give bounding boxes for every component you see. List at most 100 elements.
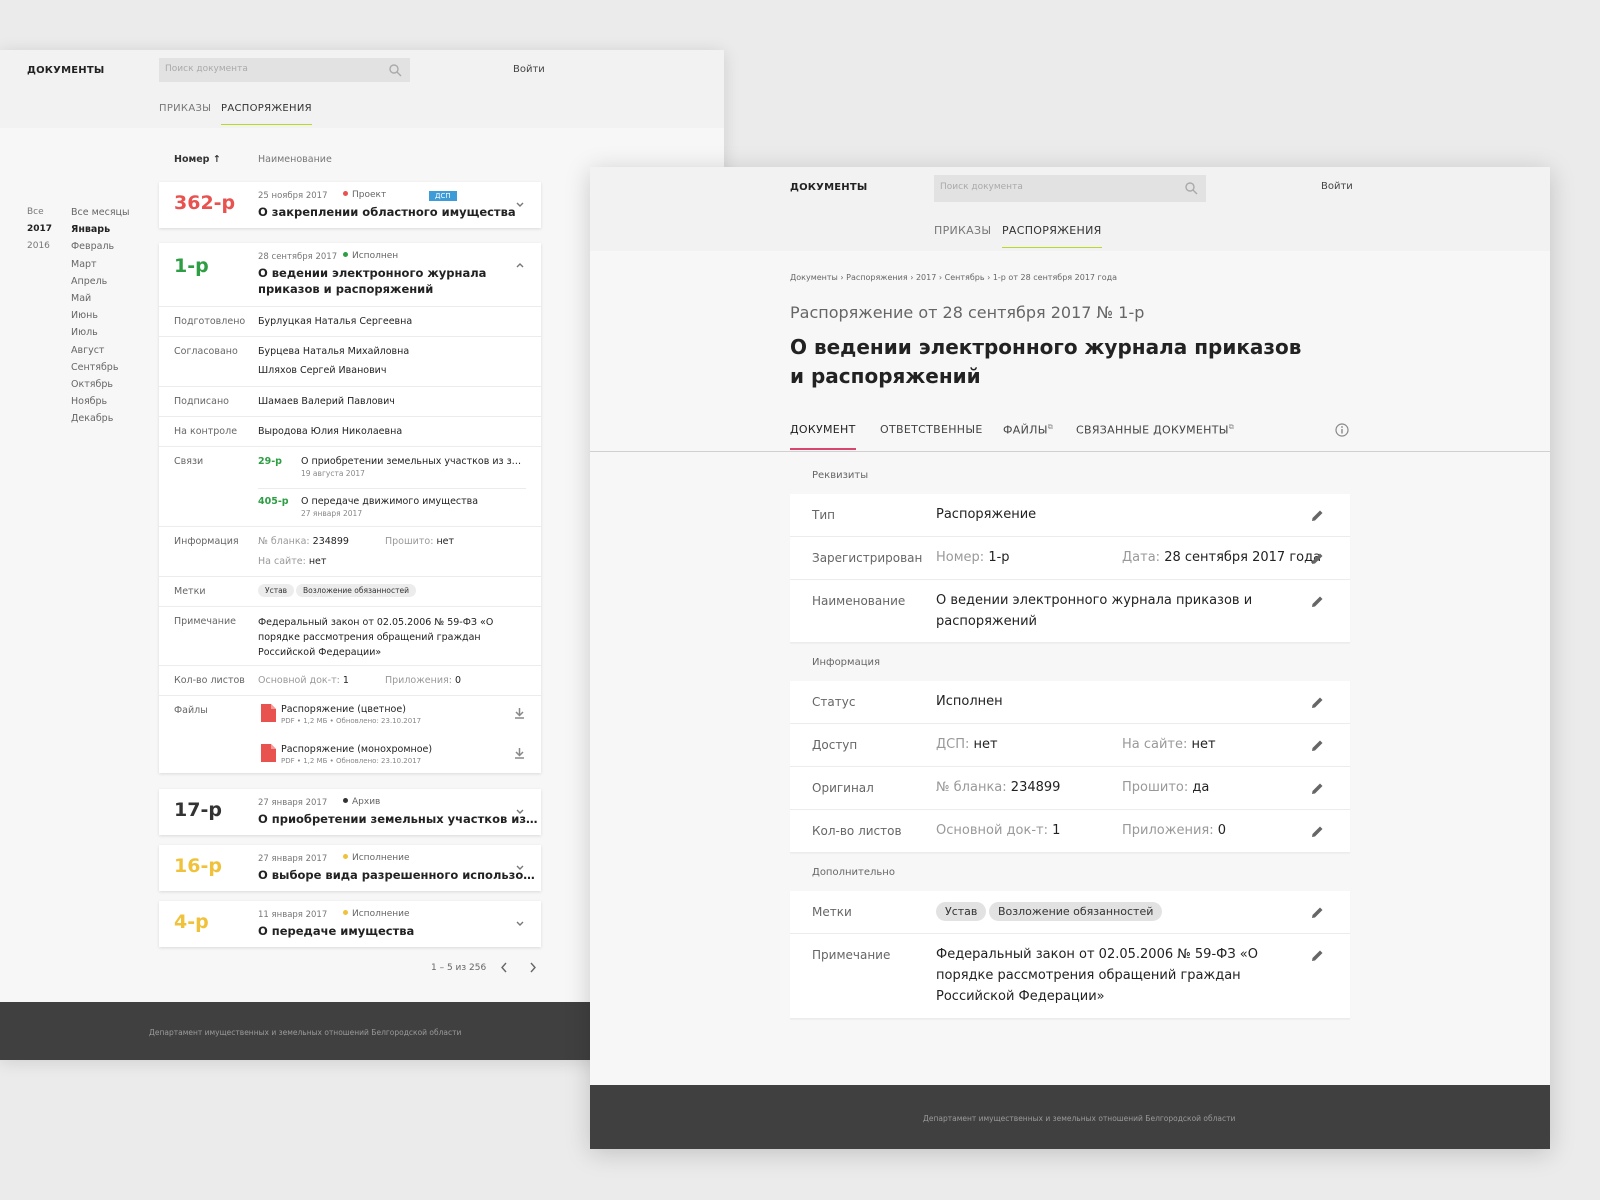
main-doc-field: Основной док-т: 1: [258, 675, 349, 686]
tab-related-documents[interactable]: СВЯЗАННЫЕ ДОКУМЕНТЫ⧉: [1076, 423, 1234, 449]
dsp-badge: ДСП: [429, 191, 457, 201]
year-item[interactable]: 2016: [27, 238, 52, 255]
tab-directives[interactable]: РАСПОРЯЖЕНИЯ: [221, 103, 312, 125]
edit-pencil-icon[interactable]: [1311, 696, 1324, 709]
search-input[interactable]: Поиск документа: [934, 175, 1206, 202]
search-input[interactable]: Поиск документа: [159, 58, 410, 82]
login-link[interactable]: Войти: [1321, 181, 1353, 192]
chevron-right-icon[interactable]: [529, 962, 537, 973]
list-item[interactable]: 17-р 27 января 2017 Архив О приобретении…: [159, 789, 541, 835]
doc-title[interactable]: О приобретении земельных участков из…: [258, 811, 538, 827]
chevron-down-icon[interactable]: [515, 201, 525, 209]
edit-pencil-icon[interactable]: [1311, 739, 1324, 752]
year-item[interactable]: 2017: [27, 221, 52, 238]
section-heading: Дополнительно: [812, 867, 895, 878]
tag-chip[interactable]: Устав: [258, 584, 295, 597]
list-item[interactable]: 4-р 11 января 2017 Исполнение О передаче…: [159, 901, 541, 947]
year-item[interactable]: Все: [27, 204, 52, 221]
link-title[interactable]: О передаче движимого имущества: [301, 496, 478, 507]
download-icon[interactable]: [514, 707, 525, 719]
edit-pencil-icon[interactable]: [1311, 906, 1324, 919]
month-item[interactable]: Май: [71, 290, 130, 307]
info-icon[interactable]: [1335, 423, 1349, 437]
file-name[interactable]: Распоряжение (монохромное): [281, 744, 432, 755]
stitched-field: Прошито: нет: [385, 536, 454, 547]
footer-text: Департамент имущественных и земельных от…: [923, 1114, 1236, 1123]
divider: [258, 488, 526, 489]
month-item[interactable]: Ноябрь: [71, 393, 130, 410]
logo[interactable]: ДОКУМЕНТЫ: [790, 182, 867, 193]
list-item[interactable]: 362-р 25 ноября 2017 Проект ДСП О закреп…: [159, 182, 541, 228]
tab-document[interactable]: ДОКУМЕНТ: [790, 423, 856, 450]
field-value: 234899: [312, 536, 349, 547]
tab-files-label: ФАЙЛЫ: [1003, 423, 1048, 437]
month-item[interactable]: Февраль: [71, 238, 130, 255]
edit-pencil-icon[interactable]: [1311, 552, 1324, 565]
tag-chip[interactable]: Устав: [936, 902, 987, 921]
edit-pencil-icon[interactable]: [1311, 949, 1324, 962]
chevron-down-icon[interactable]: [515, 864, 525, 872]
tab-orders[interactable]: ПРИКАЗЫ: [159, 103, 211, 124]
doc-title[interactable]: О закреплении областного имущества: [258, 204, 516, 220]
search-icon[interactable]: [388, 63, 402, 77]
month-item[interactable]: Декабрь: [71, 410, 130, 427]
header: ДОКУМЕНТЫ Поиск документа Войти ПРИКАЗЫ …: [590, 167, 1550, 251]
status-badge: Исполнение: [343, 909, 410, 919]
tab-files[interactable]: ФАЙЛЫ⧉: [1003, 423, 1053, 449]
month-item[interactable]: Октябрь: [71, 376, 130, 393]
doc-number[interactable]: 16-р: [174, 855, 222, 877]
status-badge: Исполнение: [343, 853, 410, 863]
month-item[interactable]: Март: [71, 256, 130, 273]
download-icon[interactable]: [514, 747, 525, 759]
list-item[interactable]: 16-р 27 января 2017 Исполнение О выборе …: [159, 845, 541, 891]
field-value: нет: [1191, 737, 1216, 752]
doc-title[interactable]: О передаче имущества: [258, 923, 414, 939]
detail-row-agreed: Согласовано Бурцева Наталья Михайловна Ш…: [159, 336, 541, 386]
tab-responsible[interactable]: ОТВЕТСТВЕННЫЕ: [880, 423, 983, 448]
logo[interactable]: ДОКУМЕНТЫ: [27, 65, 104, 76]
search-placeholder: Поиск документа: [165, 64, 248, 74]
month-item[interactable]: Апрель: [71, 273, 130, 290]
tag-chip[interactable]: Возложение обязанностей: [989, 902, 1163, 921]
doc-number[interactable]: 362-р: [174, 192, 235, 214]
edit-pencil-icon[interactable]: [1311, 595, 1324, 608]
month-item[interactable]: Июнь: [71, 307, 130, 324]
field-value: 1-р: [988, 550, 1010, 565]
field-row-note: Примечание Федеральный закон от 02.05.20…: [790, 934, 1350, 1019]
chevron-down-icon[interactable]: [515, 920, 525, 928]
login-link[interactable]: Войти: [513, 64, 545, 75]
month-item[interactable]: Все месяцы: [71, 204, 130, 221]
month-item[interactable]: Август: [71, 342, 130, 359]
doc-number[interactable]: 17-р: [174, 799, 222, 821]
doc-title[interactable]: О выборе вида разрешенного использо…: [258, 867, 535, 883]
appendix-field: Приложения: 0: [385, 675, 461, 686]
sort-by-number[interactable]: Номер ↑: [174, 154, 221, 165]
month-item[interactable]: Январь: [71, 221, 130, 238]
search-icon[interactable]: [1184, 181, 1198, 195]
chevron-down-icon[interactable]: [515, 808, 525, 816]
month-item[interactable]: Июль: [71, 324, 130, 341]
doc-title[interactable]: О ведении электронного журнала приказов …: [258, 265, 498, 297]
edit-pencil-icon[interactable]: [1311, 509, 1324, 522]
doc-number[interactable]: 4-р: [174, 911, 209, 933]
link-number[interactable]: 29-р: [258, 456, 282, 467]
row-value: Шляхов Сергей Иванович: [258, 365, 387, 376]
status-label: Исполнение: [352, 909, 410, 919]
edit-pencil-icon[interactable]: [1311, 782, 1324, 795]
field-value: нет: [436, 536, 455, 547]
chevron-left-icon[interactable]: [500, 962, 508, 973]
chevron-up-icon[interactable]: [515, 261, 525, 269]
file-name[interactable]: Распоряжение (цветное): [281, 704, 406, 715]
tab-directives[interactable]: РАСПОРЯЖЕНИЯ: [1002, 224, 1102, 248]
edit-pencil-icon[interactable]: [1311, 825, 1324, 838]
doc-number[interactable]: 1-р: [174, 255, 209, 277]
tab-orders[interactable]: ПРИКАЗЫ: [934, 224, 991, 247]
link-title[interactable]: О приобретении земельных участков из з…: [301, 456, 521, 467]
field-label: Зарегистрирован: [812, 551, 923, 565]
tag-chip[interactable]: Возложение обязанностей: [296, 584, 416, 597]
breadcrumb[interactable]: Документы › Распоряжения › 2017 › Сентяб…: [790, 273, 1117, 282]
link-number[interactable]: 405-р: [258, 496, 289, 507]
status-badge: Архив: [343, 797, 380, 807]
month-item[interactable]: Сентябрь: [71, 359, 130, 376]
doc-date: 27 января 2017: [258, 854, 328, 864]
